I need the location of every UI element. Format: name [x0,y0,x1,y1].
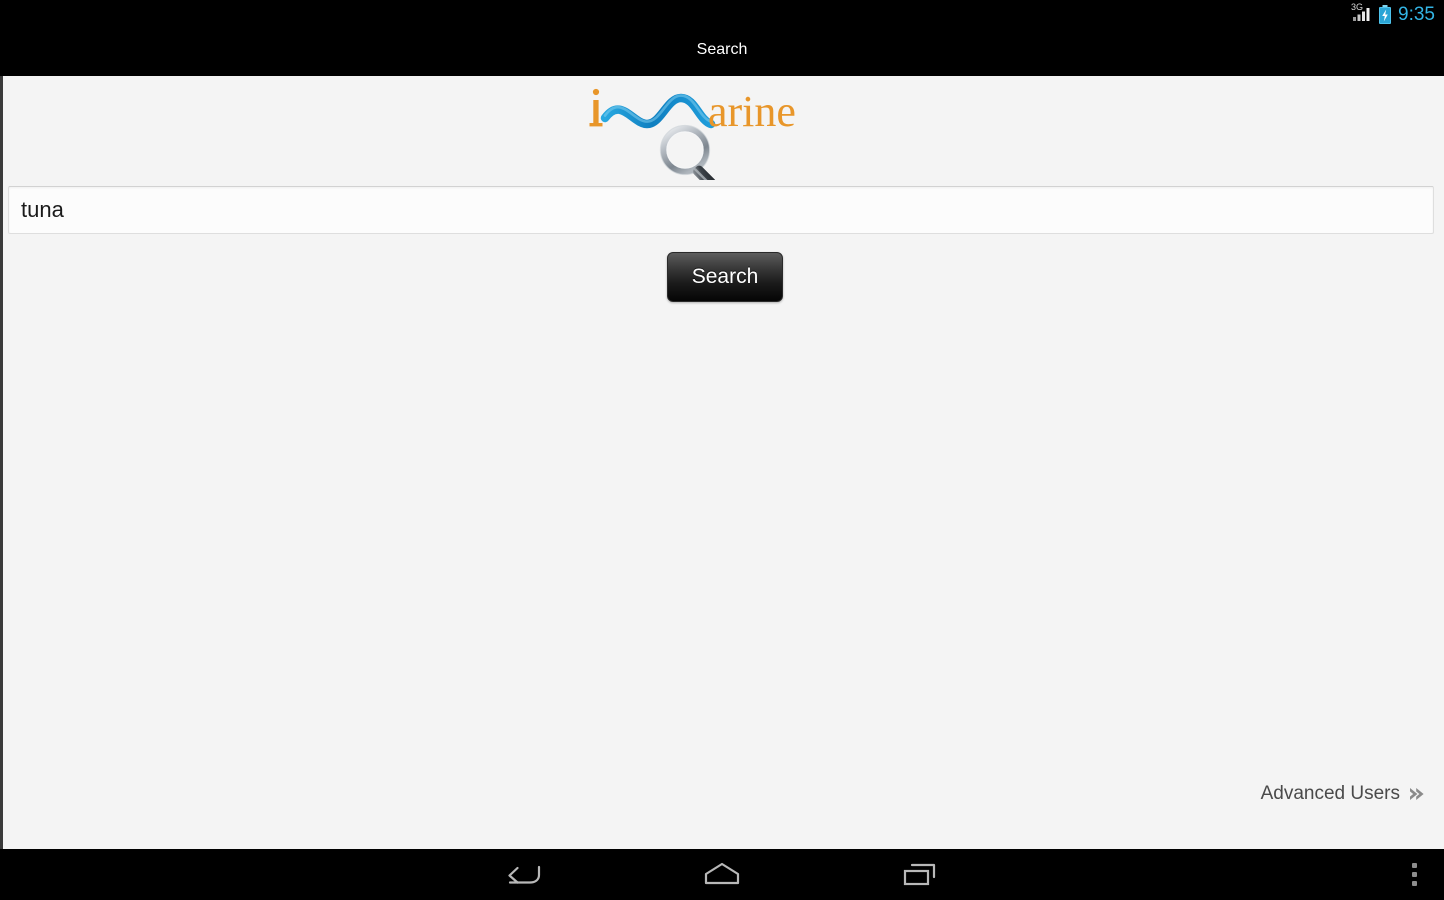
blue-wave-icon [600,93,716,129]
status-bar: 3G 9:35 [0,0,1444,28]
nav-button-group [0,849,1444,900]
back-arrow-icon[interactable] [496,853,552,897]
overflow-dot [1411,863,1417,868]
recent-apps-icon[interactable] [892,853,948,897]
search-field-row [8,186,1434,234]
app-content-area: arine Search Advan [0,76,1444,849]
overflow-dot [1411,881,1417,886]
imarine-logo: arine [575,80,875,180]
status-bar-right-cluster: 3G 9:35 [1351,0,1438,28]
battery-charging-icon [1378,4,1392,24]
double-chevron-right-icon [1408,785,1426,803]
android-tablet-screen: 3G 9:35 Search arine tuna Search Advance… [0,0,1444,900]
signal-bars-icon: 3G [1351,3,1373,24]
page-title: Search [696,41,748,58]
app-title-bar: Search [0,28,1444,76]
overflow-dot [1411,872,1417,877]
search-button-row: Search [3,252,1444,302]
android-navigation-bar [0,849,1444,900]
search-input[interactable] [8,186,1434,234]
status-bar-clock: 9:35 [1398,3,1435,25]
home-icon[interactable] [694,853,750,897]
advanced-users-label: Advanced Users [1260,783,1400,804]
advanced-users-link[interactable]: Advanced Users [1261,783,1426,805]
logo-area: arine [3,80,1444,184]
overflow-menu-icon[interactable] [1392,849,1436,900]
logo-word-arine: arine [708,87,796,136]
logo-letter-i [589,88,603,127]
search-button[interactable]: Search [666,252,784,302]
